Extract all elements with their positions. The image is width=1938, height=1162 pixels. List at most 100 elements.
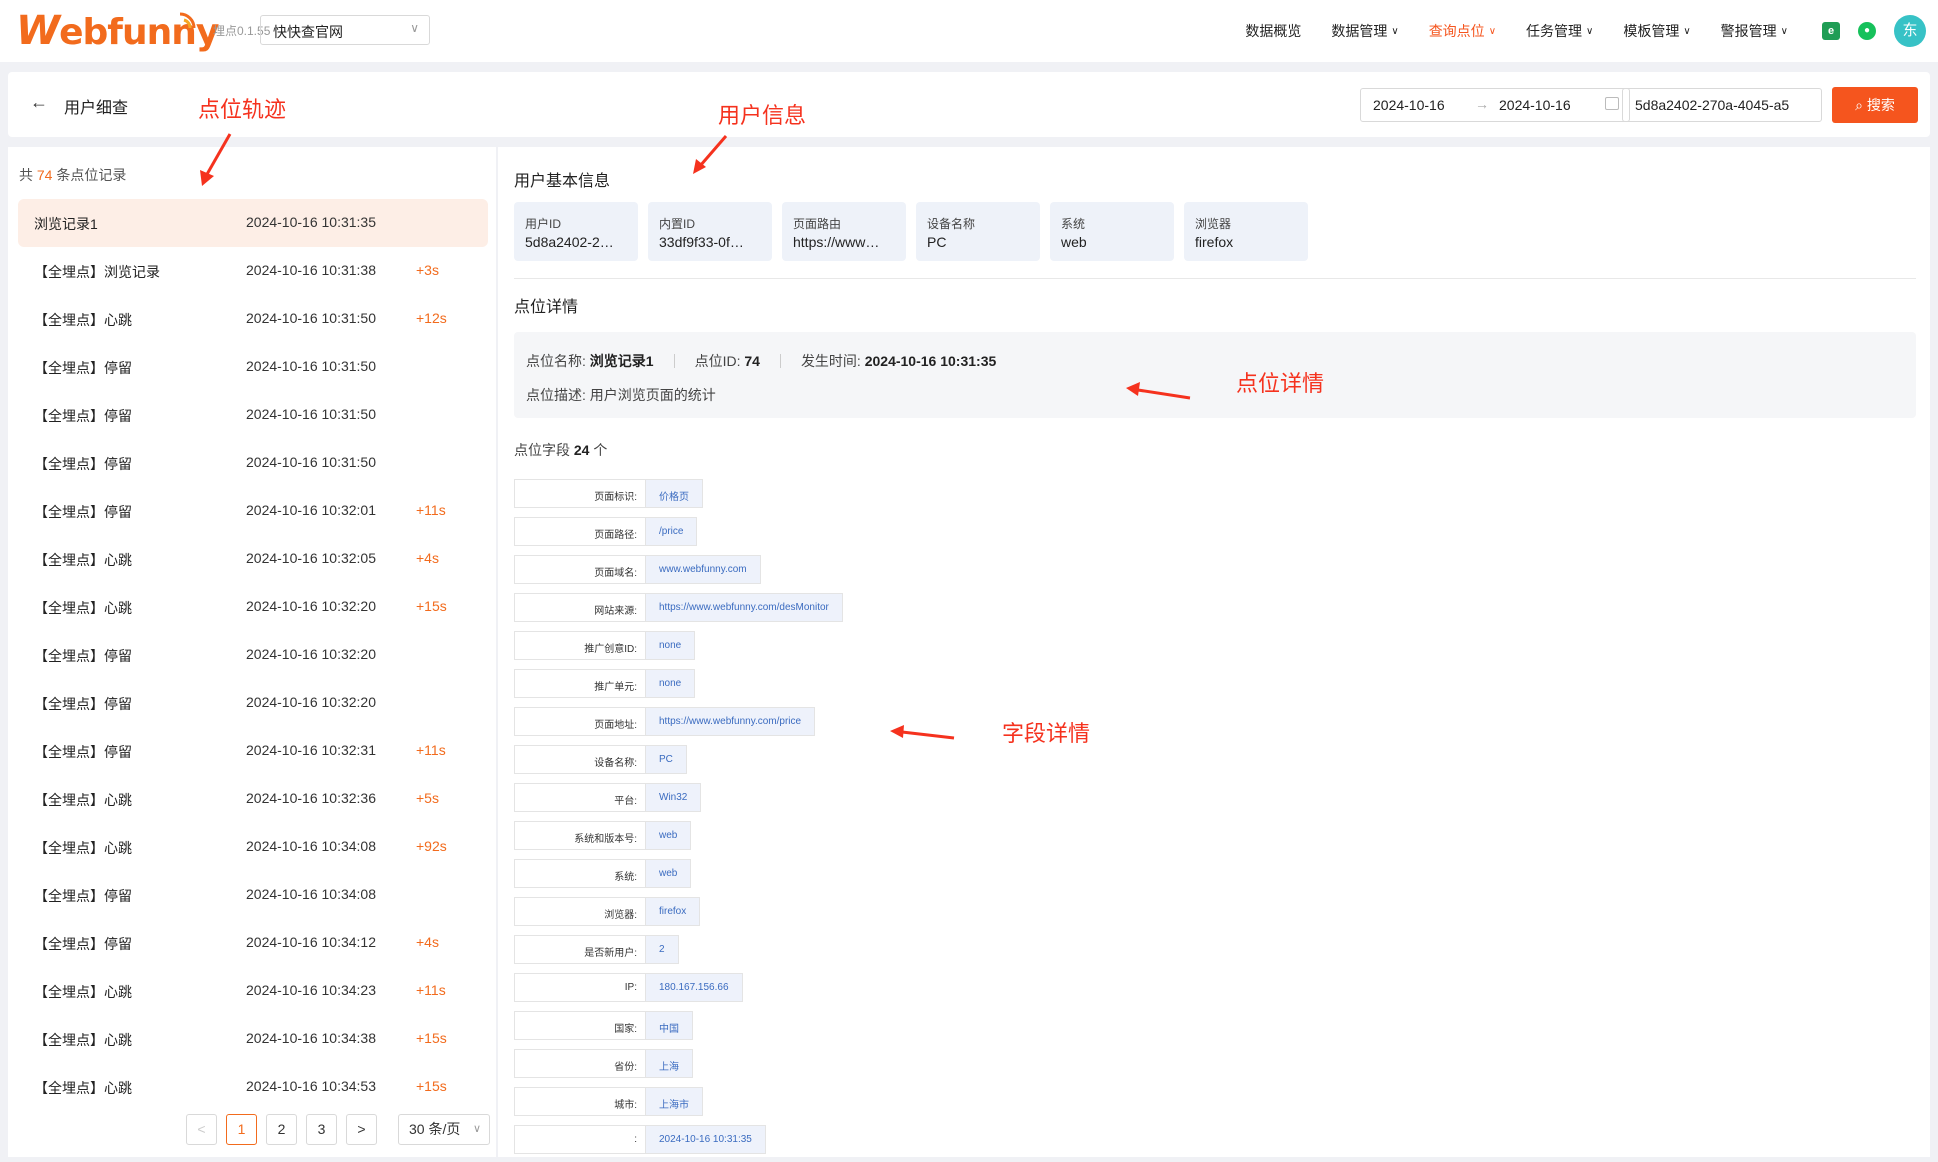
record-name: 【全埋点】停留	[34, 936, 132, 952]
field-row: 平台: Win32	[514, 783, 843, 812]
project-select-value: 快快查官网	[273, 24, 343, 40]
field-key: 浏览器:	[514, 897, 645, 926]
record-name: 【全埋点】心跳	[34, 1032, 132, 1048]
field-value: 上海市	[645, 1087, 703, 1116]
date-range-picker[interactable]: 2024-10-16 → 2024-10-16	[1360, 88, 1630, 122]
record-item[interactable]: 【全埋点】停留 2024-10-16 10:31:50	[18, 391, 488, 439]
user-info-card: 系统 web	[1050, 202, 1174, 261]
date-start[interactable]: 2024-10-16	[1373, 97, 1445, 113]
record-name: 【全埋点】心跳	[34, 840, 132, 856]
count-prefix: 共	[19, 167, 33, 183]
record-item[interactable]: 【全埋点】停留 2024-10-16 10:34:08	[18, 871, 488, 919]
excel-icon[interactable]: e	[1822, 22, 1840, 40]
field-row: 推广创意ID: none	[514, 631, 843, 660]
count-suffix: 条点位记录	[56, 167, 127, 183]
chevron-down-icon: ∨	[472, 1123, 481, 1135]
chevron-down-icon: ∨	[1586, 25, 1594, 37]
separator	[779, 354, 781, 368]
record-name: 【全埋点】停留	[34, 360, 132, 376]
project-select[interactable]: 快快查官网 ∨	[260, 15, 430, 45]
record-item[interactable]: 【全埋点】心跳 2024-10-16 10:32:20 +15s	[18, 583, 488, 631]
field-key: 网站来源:	[514, 593, 645, 622]
record-item[interactable]: 【全埋点】心跳 2024-10-16 10:32:36 +5s	[18, 775, 488, 823]
record-item[interactable]: 【全埋点】停留 2024-10-16 10:32:20	[18, 679, 488, 727]
record-time: 2024-10-16 10:34:53	[246, 1078, 376, 1094]
wechat-icon[interactable]: ●	[1858, 22, 1876, 40]
main-menu: 数据概览 数据管理 ∨ 查询点位 ∨ 任务管理 ∨ 模板管理 ∨ 警报管理 ∨	[1215, 0, 1788, 62]
field-value: 价格页	[645, 479, 703, 508]
record-item[interactable]: 【全埋点】停留 2024-10-16 10:31:50	[18, 343, 488, 391]
menu-item-task-manage[interactable]: 任务管理 ∨	[1526, 21, 1593, 41]
record-item[interactable]: 【全埋点】心跳 2024-10-16 10:31:50 +12s	[18, 295, 488, 343]
record-time: 2024-10-16 10:32:05	[246, 550, 376, 566]
record-name: 【全埋点】停留	[34, 888, 132, 904]
card-value: web	[1061, 234, 1087, 250]
record-time: 2024-10-16 10:32:20	[246, 598, 376, 614]
menu-item-template-manage[interactable]: 模板管理 ∨	[1623, 21, 1690, 41]
next-page-button[interactable]: >	[346, 1114, 377, 1145]
record-name: 【全埋点】停留	[34, 744, 132, 760]
webfunny-logo[interactable]: Webfunny 埋点0.1.55	[16, 8, 270, 54]
record-time-diff: +4s	[416, 934, 439, 950]
record-item[interactable]: 【全埋点】心跳 2024-10-16 10:34:08 +92s	[18, 823, 488, 871]
search-button[interactable]: ⌕ 搜索	[1832, 87, 1918, 123]
annotation-arrow-icon	[890, 725, 955, 740]
record-item[interactable]: 【全埋点】停留 2024-10-16 10:32:01 +11s	[18, 487, 488, 535]
user-id-input[interactable]: 5d8a2402-270a-4045-a5	[1622, 88, 1822, 122]
page-button-1[interactable]: 1	[226, 1114, 257, 1145]
record-time: 2024-10-16 10:31:50	[246, 310, 376, 326]
menu-item-overview[interactable]: 数据概览	[1245, 21, 1301, 41]
record-item[interactable]: 【全埋点】浏览记录 2024-10-16 10:31:38 +3s	[18, 247, 488, 295]
divider	[514, 278, 1916, 279]
logo-wave-icon	[179, 12, 196, 29]
avatar[interactable]: 东	[1894, 15, 1926, 47]
nav-icons: e ● 东	[1822, 15, 1926, 47]
record-item[interactable]: 【全埋点】心跳 2024-10-16 10:34:53 +15s	[18, 1063, 488, 1111]
record-item[interactable]: 【全埋点】停留 2024-10-16 10:32:31 +11s	[18, 727, 488, 775]
field-key: 推广单元:	[514, 669, 645, 698]
search-button-label: 搜索	[1866, 97, 1895, 113]
record-item[interactable]: 浏览记录1 2024-10-16 10:31:35	[18, 199, 488, 247]
field-key: 设备名称:	[514, 745, 645, 774]
record-name: 【全埋点】心跳	[34, 1080, 132, 1096]
annotation-arrow-icon	[693, 135, 728, 174]
menu-item-alert-manage[interactable]: 警报管理 ∨	[1721, 21, 1788, 41]
calendar-icon[interactable]	[1605, 97, 1619, 110]
record-time: 2024-10-16 10:32:20	[246, 694, 376, 710]
field-value: none	[645, 669, 696, 698]
page-button-3[interactable]: 3	[306, 1114, 337, 1145]
field-row: 省份: 上海	[514, 1049, 843, 1078]
record-time: 2024-10-16 10:31:38	[246, 262, 376, 278]
page-button-2[interactable]: 2	[266, 1114, 297, 1145]
back-arrow-icon[interactable]: ←	[30, 92, 48, 113]
search-icon: ⌕	[1855, 97, 1867, 113]
menu-item-data-manage[interactable]: 数据管理 ∨	[1331, 21, 1398, 41]
prev-page-button[interactable]: <	[186, 1114, 217, 1145]
menu-item-query-point[interactable]: 查询点位 ∨	[1429, 21, 1496, 41]
page-size-select[interactable]: 30 条/页 ∨	[398, 1114, 490, 1145]
record-time: 2024-10-16 10:31:50	[246, 406, 376, 422]
record-time: 2024-10-16 10:31:50	[246, 454, 376, 470]
record-time-diff: +15s	[416, 1030, 447, 1046]
menu-label: 警报管理	[1720, 23, 1777, 39]
record-time: 2024-10-16 10:34:08	[246, 886, 376, 902]
field-value: none	[645, 631, 696, 660]
field-row: 浏览器: firefox	[514, 897, 843, 926]
record-item[interactable]: 【全埋点】心跳 2024-10-16 10:32:05 +4s	[18, 535, 488, 583]
field-key: 平台:	[514, 783, 645, 812]
record-item[interactable]: 【全埋点】停留 2024-10-16 10:34:12 +4s	[18, 919, 488, 967]
record-name: 【全埋点】心跳	[34, 984, 132, 1000]
record-item[interactable]: 【全埋点】停留 2024-10-16 10:32:20	[18, 631, 488, 679]
user-info-card: 用户ID 5d8a2402-2…	[514, 202, 638, 261]
record-name: 【全埋点】心跳	[34, 312, 132, 328]
date-end[interactable]: 2024-10-16	[1499, 97, 1571, 113]
record-item[interactable]: 【全埋点】心跳 2024-10-16 10:34:23 +11s	[18, 967, 488, 1015]
point-desc-value: 用户浏览页面的统计	[589, 387, 716, 403]
card-label: 设备名称	[927, 217, 976, 231]
record-name: 【全埋点】心跳	[34, 792, 132, 808]
record-name: 【全埋点】心跳	[34, 600, 132, 616]
record-item[interactable]: 【全埋点】停留 2024-10-16 10:31:50	[18, 439, 488, 487]
point-time-value: 2024-10-16 10:31:35	[864, 353, 997, 369]
record-item[interactable]: 【全埋点】心跳 2024-10-16 10:34:38 +15s	[18, 1015, 488, 1063]
point-time-label: 发生时间:	[800, 353, 861, 369]
